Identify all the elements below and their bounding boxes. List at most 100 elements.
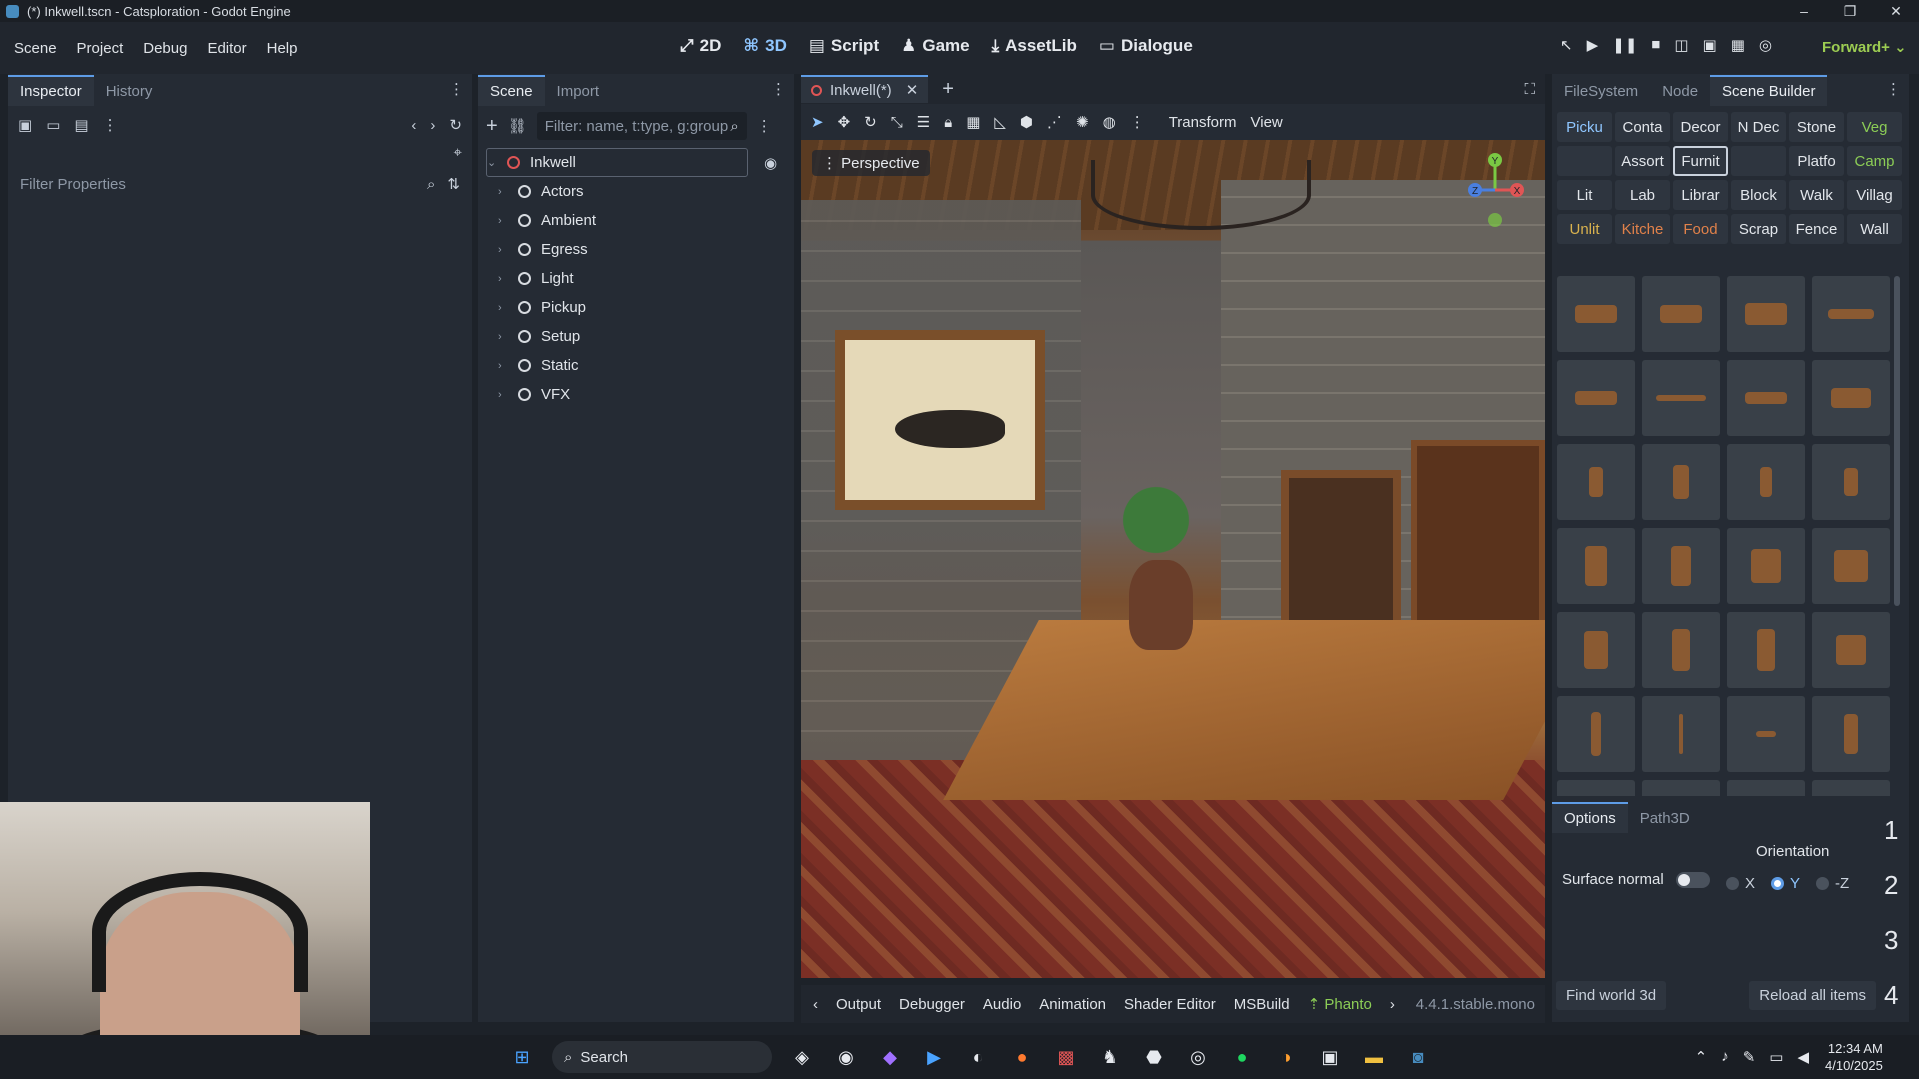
category-button[interactable]: Villag	[1847, 180, 1902, 210]
volume-icon[interactable]: ◀	[1797, 1048, 1809, 1066]
expand-icon[interactable]: ›	[498, 244, 512, 256]
tree-item-actors[interactable]: › Actors	[498, 177, 786, 206]
stop-icon[interactable]: ■	[1651, 36, 1660, 54]
item-thumbnail[interactable]	[1557, 612, 1635, 688]
item-thumbnail[interactable]	[1642, 696, 1720, 772]
tab-scene[interactable]: Scene	[478, 75, 545, 106]
scene-options-icon[interactable]: ⋮	[757, 117, 772, 135]
item-thumbnail[interactable]	[1812, 276, 1890, 352]
new-resource-icon[interactable]: ▣	[18, 116, 32, 134]
tab-animation[interactable]: Animation	[1039, 996, 1106, 1013]
category-button[interactable]: Picku	[1557, 112, 1612, 142]
item-thumbnail[interactable]	[1812, 444, 1890, 520]
category-button[interactable]: Decor	[1673, 112, 1728, 142]
tab-node[interactable]: Node	[1650, 77, 1710, 106]
tab-scene-builder[interactable]: Scene Builder	[1710, 75, 1828, 106]
category-button[interactable]: Unlit	[1557, 214, 1612, 244]
remote-deploy-icon[interactable]: ◫	[1674, 36, 1688, 54]
app-cat-icon[interactable]: ♞	[1094, 1041, 1126, 1073]
firefox-icon[interactable]: ●	[1006, 1041, 1038, 1073]
scroll-left-icon[interactable]: ‹	[813, 996, 818, 1013]
terminal-icon[interactable]: ▶	[918, 1041, 950, 1073]
snap-icon[interactable]: ⋰	[1047, 113, 1062, 131]
mode-game-button[interactable]: ♟ Game	[901, 36, 970, 56]
category-button[interactable]: Veg	[1847, 112, 1902, 142]
menu-editor[interactable]: Editor	[197, 40, 256, 57]
panel-menu-icon[interactable]: ⋮	[441, 72, 472, 106]
category-button[interactable]: Walk	[1789, 180, 1844, 210]
category-button[interactable]	[1731, 146, 1786, 176]
obs-icon[interactable]: ◎	[1182, 1041, 1214, 1073]
tab-output[interactable]: Output	[836, 996, 881, 1013]
visual-studio-icon[interactable]: ◆	[874, 1041, 906, 1073]
filter-properties[interactable]: Filter Properties ⌕ ⇅	[12, 169, 468, 199]
file-explorer-icon[interactable]: ▬	[1358, 1041, 1390, 1073]
mode-script-button[interactable]: ▤ Script	[809, 36, 879, 56]
category-button[interactable]: Scrap	[1731, 214, 1786, 244]
history-forward-icon[interactable]: ›	[430, 117, 435, 134]
mode-dialogue-button[interactable]: ▭ Dialogue	[1099, 36, 1193, 56]
open-folder-icon[interactable]: ▭	[46, 116, 60, 134]
category-button[interactable]: Platfo	[1789, 146, 1844, 176]
category-button[interactable]: Stone	[1789, 112, 1844, 142]
category-button[interactable]: Food	[1673, 214, 1728, 244]
category-button[interactable]	[1557, 146, 1612, 176]
view-menu[interactable]: View	[1251, 114, 1283, 131]
blender-icon[interactable]: ◑	[1270, 1041, 1302, 1073]
app-red-icon[interactable]: ▩	[1050, 1041, 1082, 1073]
editor-tab-inkwell[interactable]: Inkwell(*) ✕	[801, 75, 929, 103]
3d-viewport[interactable]	[801, 140, 1545, 978]
panel-menu-icon[interactable]: ⋮	[1878, 72, 1909, 106]
item-thumbnail[interactable]	[1642, 276, 1720, 352]
item-thumbnail[interactable]	[1557, 528, 1635, 604]
category-button[interactable]: Kitche	[1615, 214, 1670, 244]
local-space-icon[interactable]: ⬢	[1020, 113, 1033, 131]
object-history-icon[interactable]: ↻	[449, 116, 462, 134]
tab-options[interactable]: Options	[1552, 802, 1628, 833]
item-thumbnail[interactable]	[1812, 612, 1890, 688]
panel-menu-icon[interactable]: ⋮	[763, 72, 794, 106]
taskbar-clock[interactable]: 12:34 AM 4/10/2025	[1825, 1040, 1883, 1074]
item-thumbnail[interactable]	[1727, 276, 1805, 352]
menu-project[interactable]: Project	[67, 40, 134, 57]
category-button[interactable]: N Dec	[1731, 112, 1786, 142]
orientation-radio--z[interactable]: -Z	[1816, 875, 1849, 892]
play-scene-icon[interactable]: ▣	[1703, 36, 1717, 54]
tab-msbuild[interactable]: MSBuild	[1234, 996, 1290, 1013]
item-thumbnail[interactable]	[1642, 612, 1720, 688]
item-thumbnail[interactable]	[1727, 528, 1805, 604]
tree-root[interactable]: ⌄ Inkwell	[486, 148, 748, 177]
scene-filter-input[interactable]: Filter: name, t:type, g:group	[545, 118, 728, 135]
add-node-icon[interactable]: +	[486, 115, 498, 138]
taskbar-search[interactable]: ⌕ Search	[552, 1041, 772, 1073]
category-button[interactable]: Furnit	[1673, 146, 1728, 176]
sort-icon[interactable]: ⇅	[447, 175, 460, 193]
item-thumbnail[interactable]	[1727, 360, 1805, 436]
steam-icon[interactable]: ◐	[962, 1041, 994, 1073]
tab-path3d[interactable]: Path3D	[1628, 804, 1702, 833]
item-thumbnail[interactable]	[1642, 444, 1720, 520]
github-icon[interactable]: ◉	[830, 1041, 862, 1073]
windows-start-icon[interactable]: ⊞	[506, 1041, 538, 1073]
tree-item-vfx[interactable]: › VFX	[498, 380, 786, 409]
app-screen-icon[interactable]: ▣	[1314, 1041, 1346, 1073]
tab-import[interactable]: Import	[545, 77, 612, 106]
visibility-eye-icon[interactable]: ◉	[764, 154, 777, 172]
category-button[interactable]: Conta	[1615, 112, 1670, 142]
item-thumbnail[interactable]	[1557, 780, 1635, 796]
tree-item-egress[interactable]: › Egress	[498, 235, 786, 264]
item-thumbnail[interactable]	[1812, 360, 1890, 436]
tab-history[interactable]: History	[94, 77, 165, 106]
app-game-icon[interactable]: ⬣	[1138, 1041, 1170, 1073]
godot-taskbar-icon[interactable]: ◙	[1402, 1041, 1434, 1073]
thumbnail-scrollbar[interactable]	[1894, 276, 1900, 606]
move-tool-icon[interactable]: ✥	[838, 113, 851, 131]
rotate-tool-icon[interactable]: ↻	[864, 113, 877, 131]
reload-all-items-button[interactable]: Reload all items	[1749, 981, 1876, 1010]
copilot-icon[interactable]: ◈	[786, 1041, 818, 1073]
collapse-icon[interactable]: ⌄	[487, 156, 501, 169]
filter-properties-input[interactable]: Filter Properties	[20, 176, 126, 193]
category-button[interactable]: Lit	[1557, 180, 1612, 210]
item-thumbnail[interactable]	[1727, 612, 1805, 688]
microphone-icon[interactable]: ♪	[1721, 1048, 1729, 1066]
